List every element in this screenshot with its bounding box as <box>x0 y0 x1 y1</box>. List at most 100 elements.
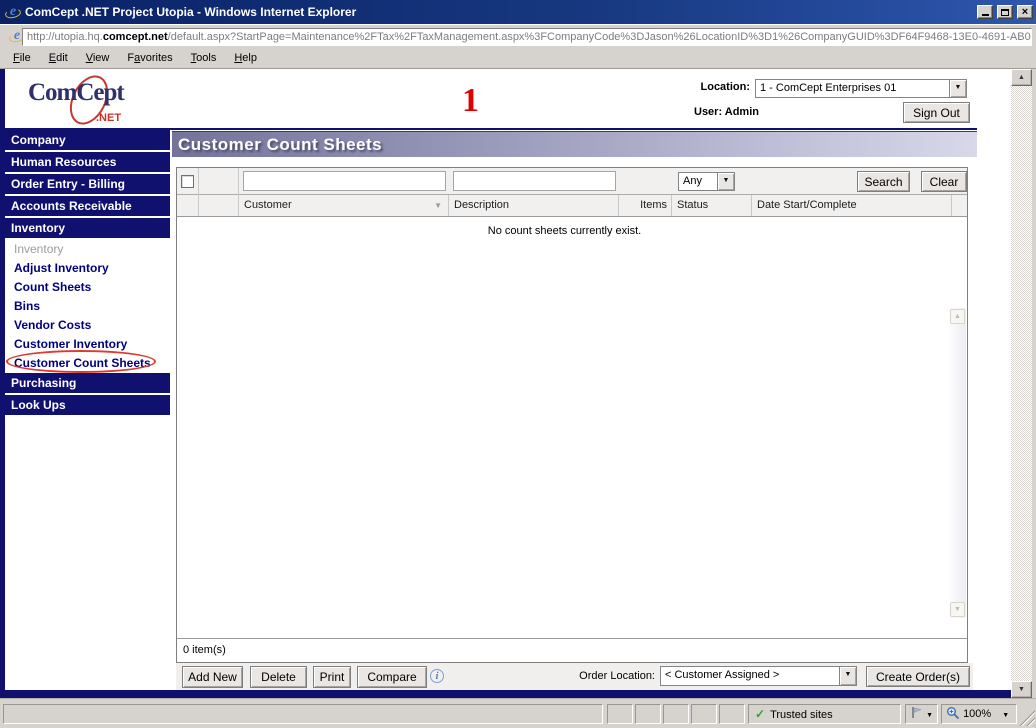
trusted-check-icon: ✓ <box>755 707 765 721</box>
dropdown-arrow-icon: ▼ <box>926 712 933 719</box>
sidebar-subitem-count-sheets[interactable]: Count Sheets <box>5 278 170 297</box>
status-pane-4 <box>691 704 717 724</box>
create-orders-label: Create Order(s) <box>876 670 960 684</box>
user-label: User: Admin <box>694 106 759 118</box>
browser-scrollbar[interactable]: ▲ ▼ <box>1011 69 1032 698</box>
column-header-customer[interactable]: Customer ▼ <box>239 195 449 216</box>
sidebar-subitem-adjust-inventory[interactable]: Adjust Inventory <box>5 259 170 278</box>
info-icon[interactable]: i <box>430 669 444 683</box>
sidebar-item-company[interactable]: Company <box>5 130 170 150</box>
status-main-pane <box>3 704 603 724</box>
status-pane-3 <box>663 704 689 724</box>
protected-mode-pane[interactable]: ▼ <box>905 704 938 724</box>
minimize-button[interactable] <box>977 5 993 19</box>
comcept-logo: ComCept .NET <box>28 79 158 127</box>
zoom-pane[interactable]: 100% ▼ <box>941 704 1017 724</box>
page-title: Customer Count Sheets <box>172 131 977 157</box>
dropdown-arrow-icon[interactable]: ▼ <box>717 173 734 190</box>
sidebar-subitem-bins[interactable]: Bins <box>5 297 170 316</box>
add-new-label: Add New <box>188 670 237 684</box>
menu-tools[interactable]: Tools <box>182 49 226 67</box>
column-header-spacer <box>199 195 239 216</box>
search-button-label: Search <box>864 175 902 189</box>
resize-grip[interactable] <box>1018 709 1035 726</box>
dropdown-arrow-icon[interactable]: ▼ <box>949 80 966 97</box>
browser-window: e ComCept .NET Project Utopia - Windows … <box>0 0 1036 728</box>
dropdown-arrow-icon: ▼ <box>1002 712 1009 719</box>
item-count-row: 0 item(s) <box>177 638 967 662</box>
sidebar-item-look-ups[interactable]: Look Ups <box>5 395 170 415</box>
customer-search-input[interactable] <box>243 171 446 191</box>
select-all-checkbox[interactable] <box>181 175 194 188</box>
close-icon: × <box>1022 7 1028 17</box>
page-area: ComCept .NET Location: 1 - ComCept Enter… <box>0 69 1011 698</box>
trusted-sites-label: Trusted sites <box>770 709 833 721</box>
maximize-button[interactable] <box>997 5 1013 19</box>
column-header-status-label: Status <box>677 199 708 211</box>
annotation-1: 1 <box>462 82 479 120</box>
zoom-level: 100% <box>963 708 991 720</box>
security-zone-pane: ✓ Trusted sites <box>748 704 901 724</box>
scroll-down-button[interactable]: ▼ <box>1011 681 1032 698</box>
close-button[interactable]: × <box>1017 5 1033 19</box>
sidebar-item-purchasing[interactable]: Purchasing <box>5 373 170 393</box>
column-header-description[interactable]: Description <box>449 195 619 216</box>
sign-out-button[interactable]: Sign Out <box>903 102 970 123</box>
search-row: Any ▼ Search Clear <box>177 168 967 195</box>
description-search-input[interactable] <box>453 171 616 191</box>
url-rest: /default.aspx?StartPage=Maintenance%2FTa… <box>168 31 1032 43</box>
menu-file[interactable]: File <box>4 49 40 67</box>
status-filter-value: Any <box>683 174 716 189</box>
column-header-customer-label: Customer <box>244 199 292 211</box>
minimize-icon <box>982 14 989 16</box>
column-header-date[interactable]: Date Start/Complete <box>752 195 952 216</box>
sidebar-item-inventory[interactable]: Inventory <box>5 218 170 238</box>
main-content: Customer Count Sheets Any ▼ Search <box>172 131 977 690</box>
search-button[interactable]: Search <box>857 171 910 192</box>
print-button[interactable]: Print <box>313 666 351 688</box>
sidebar-item-accounts-receivable[interactable]: Accounts Receivable <box>5 196 170 216</box>
menu-bar: File Edit View Favorites Tools Help <box>0 47 1036 69</box>
sidebar-nav: Company Human Resources Order Entry - Bi… <box>5 130 170 417</box>
status-pane-5 <box>719 704 745 724</box>
order-location-select[interactable]: < Customer Assigned > ▼ <box>660 666 857 686</box>
compare-button[interactable]: Compare <box>357 666 427 688</box>
print-label: Print <box>320 670 345 684</box>
order-location-value: < Customer Assigned > <box>665 668 838 683</box>
sign-out-label: Sign Out <box>913 106 960 120</box>
column-header-description-label: Description <box>454 199 509 211</box>
sidebar-subitem-vendor-costs[interactable]: Vendor Costs <box>5 316 170 335</box>
logo-text: ComCept <box>28 79 124 106</box>
location-select[interactable]: 1 - ComCept Enterprises 01 ▼ <box>755 79 967 98</box>
annotation-circle <box>6 350 156 373</box>
sidebar-item-human-resources[interactable]: Human Resources <box>5 152 170 172</box>
clear-button[interactable]: Clear <box>921 171 967 192</box>
grid-scroll-down-button[interactable]: ▼ <box>950 602 965 617</box>
column-header-items[interactable]: Items <box>619 195 672 216</box>
column-header-select <box>177 195 199 216</box>
menu-favorites[interactable]: Favorites <box>118 49 181 67</box>
select-all-cell <box>177 168 199 195</box>
address-bar-input[interactable]: http://utopia.hq.comcept.net/default.asp… <box>22 28 1032 46</box>
page-bottom-border <box>0 690 1011 698</box>
grid-scroll-up-button[interactable]: ▲ <box>950 309 965 324</box>
menu-help[interactable]: Help <box>225 49 266 67</box>
delete-button[interactable]: Delete <box>250 666 307 688</box>
url-prefix: http://utopia.hq. <box>27 31 103 43</box>
count-sheets-grid: Any ▼ Search Clear Customer <box>176 167 968 663</box>
table-body: No count sheets currently exist. ▲ ▼ <box>177 217 967 638</box>
add-new-button[interactable]: Add New <box>182 666 243 688</box>
menu-view[interactable]: View <box>77 49 119 67</box>
status-filter-select[interactable]: Any ▼ <box>678 172 735 191</box>
scroll-up-button[interactable]: ▲ <box>1011 69 1032 86</box>
clear-button-label: Clear <box>930 175 959 189</box>
ie-logo-icon: e <box>5 4 21 20</box>
column-header-status[interactable]: Status <box>672 195 752 216</box>
window-title: ComCept .NET Project Utopia - Windows In… <box>25 5 356 19</box>
sidebar-item-order-entry-billing[interactable]: Order Entry - Billing <box>5 174 170 194</box>
menu-edit[interactable]: Edit <box>40 49 77 67</box>
grid-scrollbar[interactable]: ▲ ▼ <box>949 308 966 618</box>
window-titlebar: e ComCept .NET Project Utopia - Windows … <box>0 0 1036 24</box>
create-orders-button[interactable]: Create Order(s) <box>866 666 970 687</box>
dropdown-arrow-icon[interactable]: ▼ <box>839 667 856 685</box>
